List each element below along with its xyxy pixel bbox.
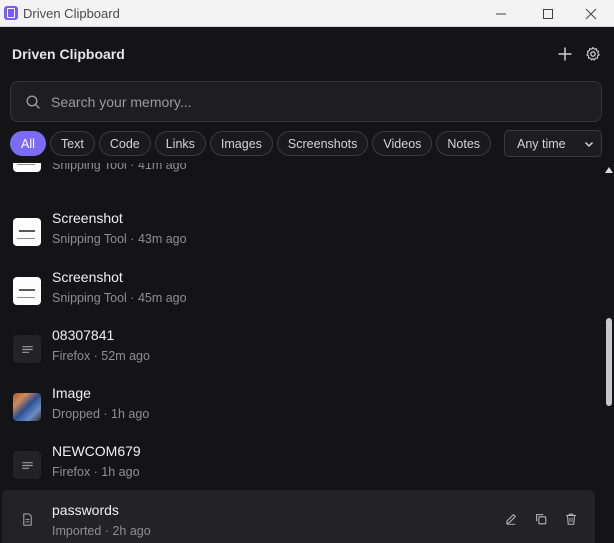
filter-text[interactable]: Text [49, 131, 95, 156]
close-button[interactable] [568, 0, 614, 27]
document-thumbnail [13, 505, 41, 533]
item-meta: Snipping Tool · 43m ago [52, 232, 187, 246]
screenshot-thumbnail [13, 218, 41, 246]
settings-button[interactable] [582, 43, 604, 65]
list-item[interactable]: passwords Imported · 2h ago [2, 490, 595, 543]
list-item[interactable]: Image Dropped · 1h ago [2, 379, 595, 437]
search-input[interactable] [51, 93, 551, 110]
item-meta: Firefox · 52m ago [52, 349, 150, 363]
file-icon [22, 512, 32, 526]
minimize-icon [496, 13, 506, 14]
window-title: Driven Clipboard [23, 5, 120, 21]
trash-icon [566, 513, 576, 525]
app-header: Driven Clipboard [0, 27, 614, 81]
list-item[interactable]: Snipping Tool · 41m ago [2, 163, 595, 188]
clipboard-list: Snipping Tool · 41m ago Screenshot Snipp… [0, 163, 604, 543]
time-filter-select[interactable]: Any time [504, 130, 602, 157]
add-button[interactable] [554, 43, 576, 65]
screenshot-thumbnail [13, 163, 41, 172]
filter-chips: All Text Code Links Images Screenshots V… [10, 131, 492, 156]
filter-screenshots[interactable]: Screenshots [276, 131, 369, 156]
time-filter-value: Any time [517, 136, 566, 151]
filter-code[interactable]: Code [98, 131, 151, 156]
scrollbar-thumb[interactable] [606, 318, 612, 406]
gear-icon [586, 46, 600, 61]
text-thumbnail [13, 451, 41, 479]
filter-videos[interactable]: Videos [372, 131, 433, 156]
text-thumbnail [13, 335, 41, 363]
screenshot-thumbnail [13, 277, 41, 305]
clipboard-icon [4, 6, 18, 20]
lines-icon [21, 461, 33, 469]
item-actions [501, 509, 581, 529]
item-title: 08307841 [52, 327, 115, 343]
item-meta: Snipping Tool · 45m ago [52, 291, 187, 305]
item-meta: Dropped · 1h ago [52, 407, 150, 421]
item-title: Screenshot [52, 269, 123, 285]
item-meta: Firefox · 1h ago [52, 465, 140, 479]
close-icon [585, 8, 597, 19]
chevron-down-icon [584, 141, 594, 148]
search-icon [26, 94, 40, 109]
search-bar[interactable] [10, 81, 602, 122]
window-titlebar: Driven Clipboard [0, 0, 614, 27]
minimize-button[interactable] [478, 0, 524, 27]
filter-notes[interactable]: Notes [436, 131, 492, 156]
maximize-button[interactable] [525, 0, 571, 27]
copy-icon [536, 514, 547, 525]
filter-images[interactable]: Images [209, 131, 273, 156]
edit-button[interactable] [501, 509, 521, 529]
plus-icon [558, 47, 572, 61]
filter-all[interactable]: All [10, 131, 46, 156]
lines-icon [21, 345, 33, 353]
scroll-up-icon[interactable] [605, 167, 613, 173]
item-meta: Imported · 2h ago [52, 524, 151, 538]
list-item[interactable]: NEWCOM679 Firefox · 1h ago [2, 437, 595, 495]
item-title: Image [52, 385, 91, 401]
filter-links[interactable]: Links [154, 131, 206, 156]
maximize-icon [543, 8, 553, 19]
list-item[interactable]: 08307841 Firefox · 52m ago [2, 321, 595, 379]
app-name: Driven Clipboard [12, 46, 125, 62]
list-item[interactable]: Screenshot Snipping Tool · 45m ago [2, 263, 595, 321]
list-scrollbar[interactable] [604, 163, 614, 543]
list-item[interactable]: Screenshot Snipping Tool · 43m ago [2, 204, 595, 262]
item-meta: Snipping Tool · 41m ago [52, 163, 187, 172]
item-title: NEWCOM679 [52, 443, 141, 459]
item-title: passwords [52, 502, 119, 518]
delete-button[interactable] [561, 509, 581, 529]
pencil-icon [506, 514, 516, 525]
item-title: Screenshot [52, 210, 123, 226]
copy-button[interactable] [531, 509, 551, 529]
image-thumbnail [13, 393, 41, 421]
